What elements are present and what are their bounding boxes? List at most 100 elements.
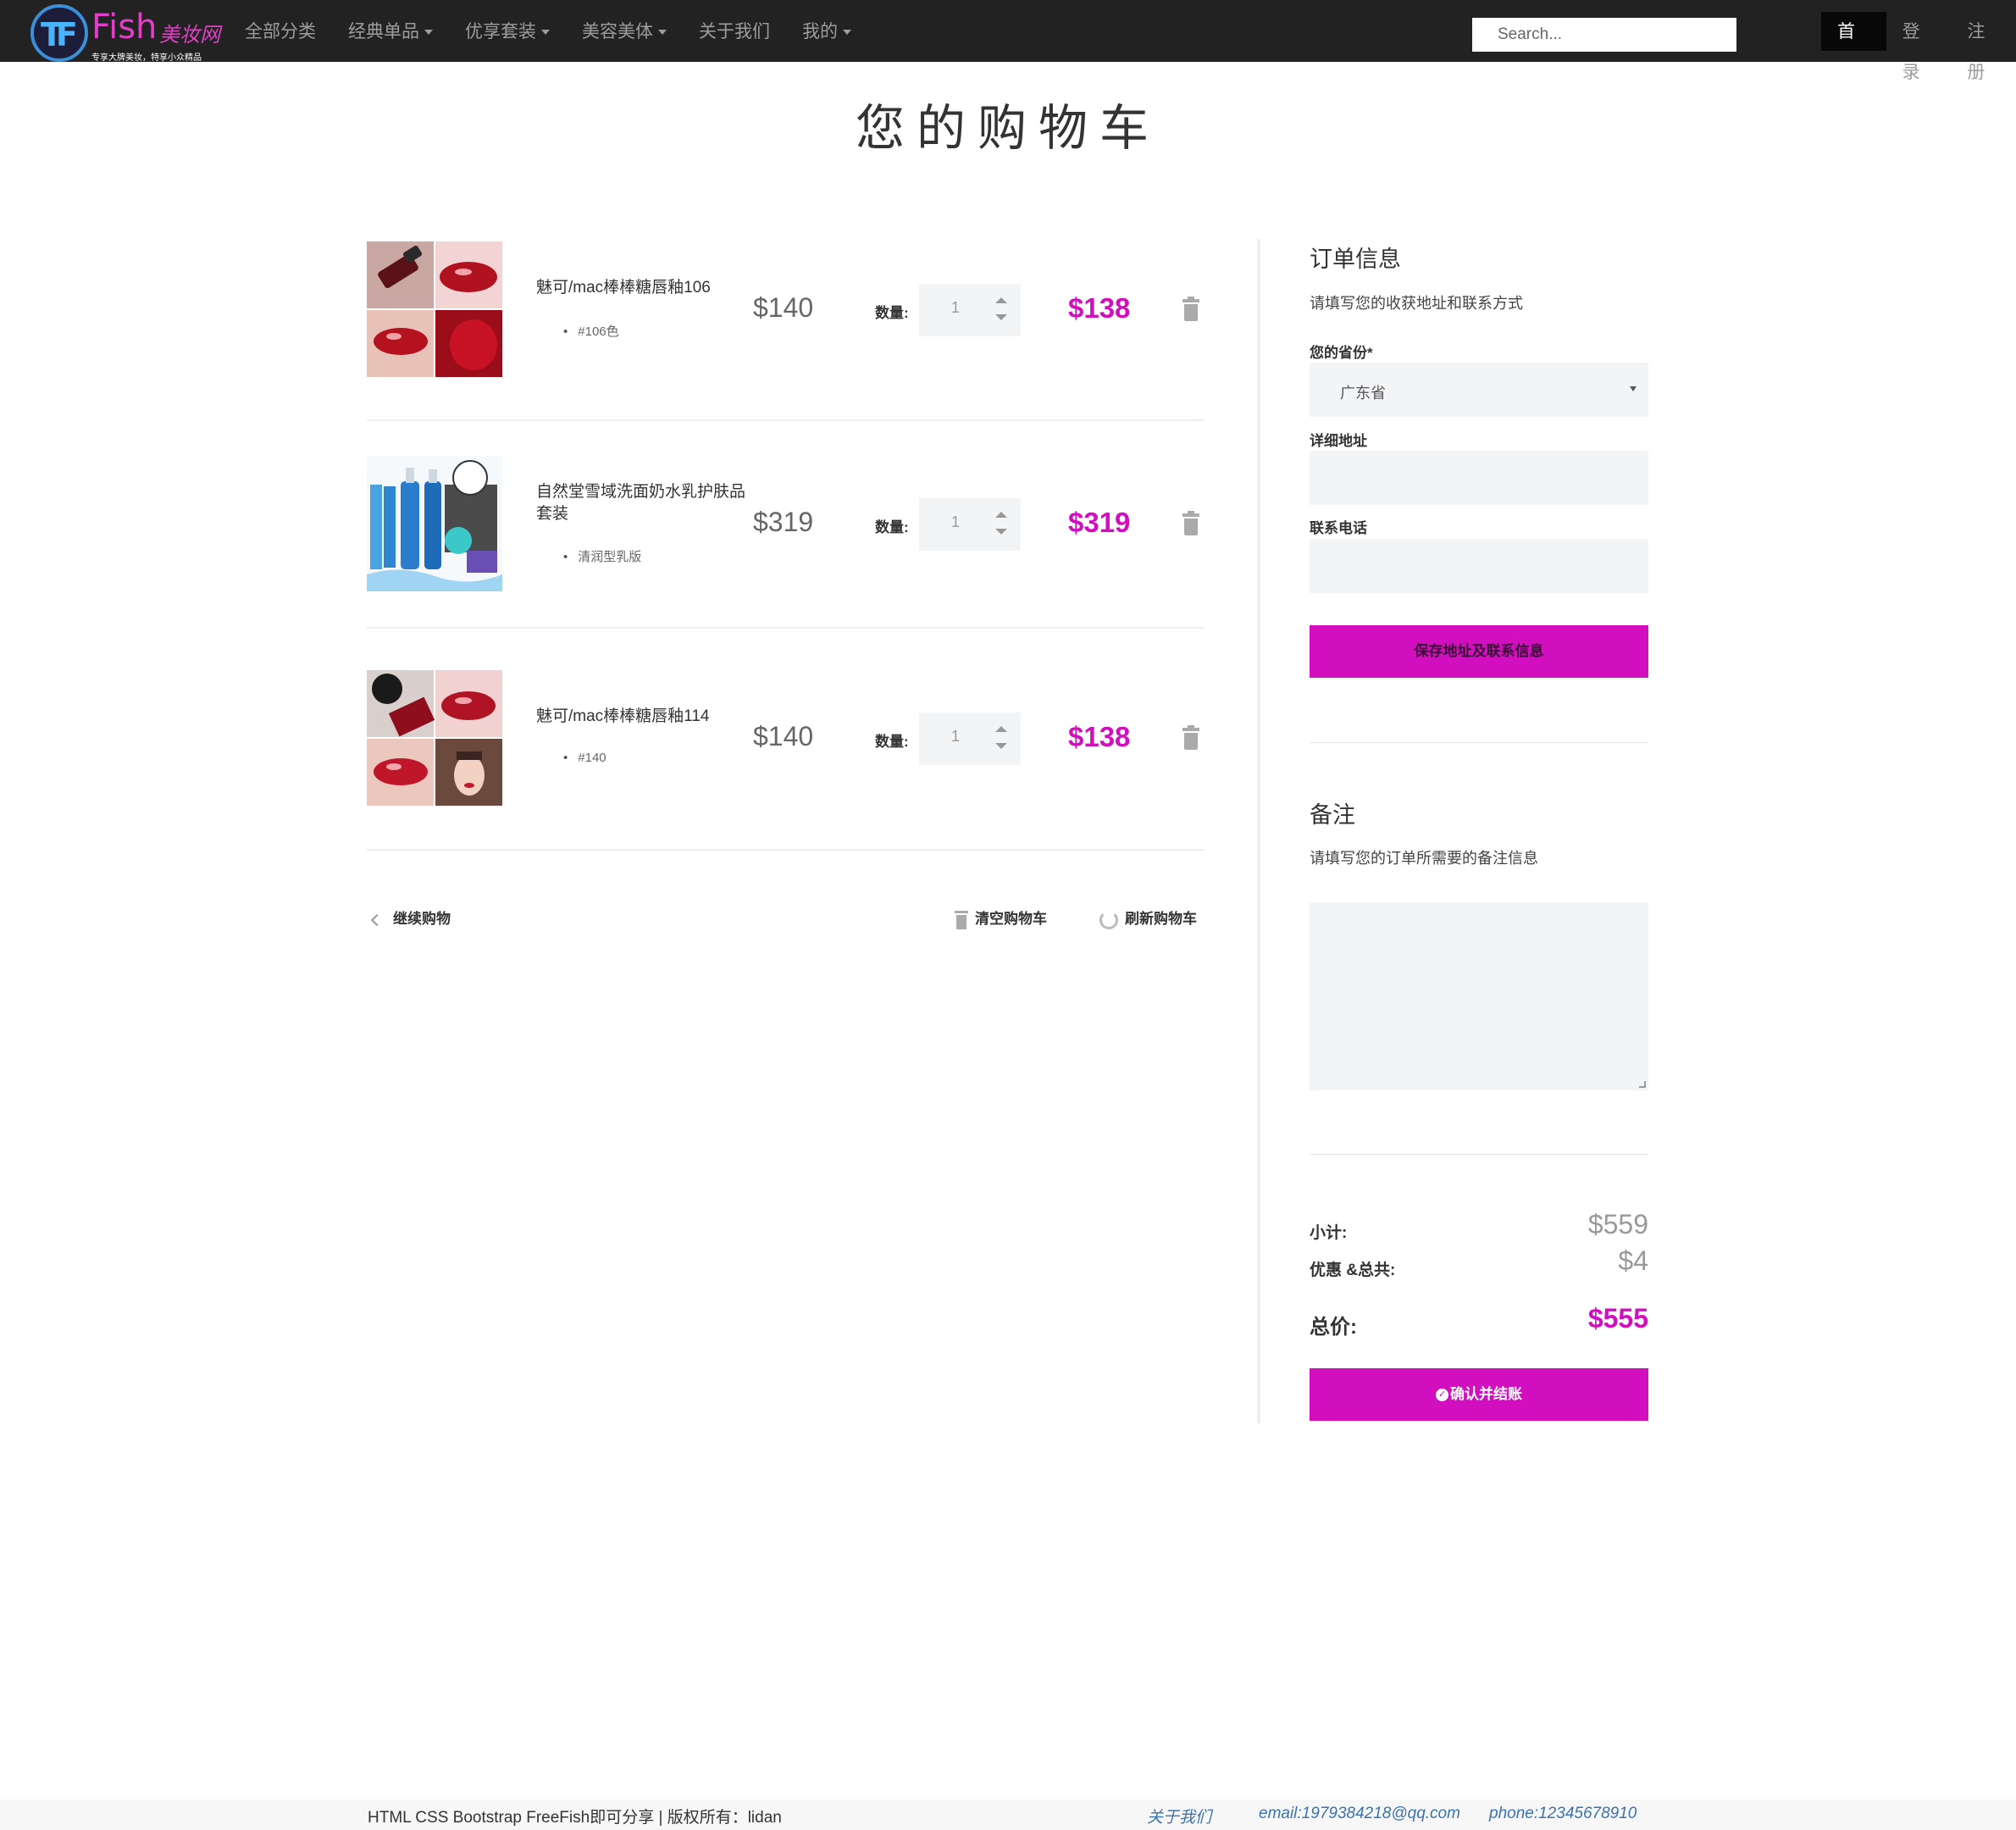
quantity-value: 1 bbox=[951, 513, 961, 530]
save-address-button[interactable]: 保存地址及联系信息 bbox=[1310, 625, 1648, 678]
trash-icon[interactable] bbox=[1182, 297, 1199, 321]
province-select[interactable]: 广东省 bbox=[1310, 363, 1648, 417]
resize-handle-icon[interactable] bbox=[1639, 1081, 1646, 1088]
subtotal-label: 小计: bbox=[1310, 1224, 1348, 1242]
caret-down-icon bbox=[541, 30, 550, 36]
notes-heading: 备注 bbox=[1310, 802, 1355, 828]
section-divider bbox=[1310, 742, 1648, 743]
product-name[interactable]: 魅可/mac棒棒糖唇釉114 bbox=[536, 706, 748, 728]
menu-classic-items[interactable]: 经典单品 bbox=[332, 0, 449, 62]
menu-beauty[interactable]: 美容美体 bbox=[566, 0, 683, 62]
footer-about-link[interactable]: 关于我们 bbox=[1147, 1805, 1211, 1827]
dropdown-arrow-icon bbox=[1630, 386, 1637, 391]
phone-input[interactable] bbox=[1310, 539, 1648, 593]
menu-label: 优享套装 bbox=[465, 22, 536, 42]
decrement-icon[interactable] bbox=[995, 743, 1007, 749]
quantity-stepper[interactable]: 1 bbox=[919, 713, 1021, 765]
total-value: $555 bbox=[1587, 1303, 1648, 1334]
notes-desc: 请填写您的订单所需要的备注信息 bbox=[1310, 850, 1538, 867]
address-input[interactable] bbox=[1310, 451, 1648, 505]
item-total: $138 bbox=[1068, 721, 1131, 752]
refresh-cart-label: 刷新购物车 bbox=[1125, 911, 1197, 927]
row-divider bbox=[367, 627, 1204, 629]
nav-home[interactable]: 首页 bbox=[1821, 12, 1886, 82]
caret-down-icon bbox=[424, 30, 433, 36]
product-image[interactable] bbox=[367, 241, 502, 377]
quantity-label: 数量: bbox=[875, 519, 909, 535]
column-divider bbox=[1257, 239, 1260, 1423]
refresh-cart-button[interactable]: 刷新购物车 bbox=[1099, 907, 1197, 929]
navbar: TF Fish 美妆网 专享大牌美妆，特享小众精品 全部分类 经典单品 优享套装… bbox=[0, 0, 2016, 82]
quantity-value: 1 bbox=[951, 299, 961, 316]
menu-label: 经典单品 bbox=[348, 22, 419, 42]
province-label: 您的省份* bbox=[1310, 345, 1373, 361]
phone-label: 联系电话 bbox=[1310, 520, 1367, 536]
quantity-label: 数量: bbox=[875, 305, 909, 321]
product-name[interactable]: 自然堂雪域洗面奶水乳护肤品套装 bbox=[536, 481, 748, 525]
footer-phone-link[interactable]: phone:12345678910 bbox=[1489, 1805, 1637, 1823]
nav-right: 首页 登录 注册 bbox=[1821, 12, 2016, 82]
increment-icon[interactable] bbox=[995, 726, 1007, 732]
search-input[interactable] bbox=[1472, 18, 1736, 52]
menu-all-categories[interactable]: 全部分类 bbox=[229, 0, 332, 62]
continue-shopping-button[interactable]: 继续购物 bbox=[370, 907, 451, 928]
product-variant: #106色 bbox=[563, 322, 618, 340]
trash-icon bbox=[955, 910, 968, 929]
refresh-icon bbox=[1099, 910, 1118, 929]
menu-label: 美容美体 bbox=[582, 22, 653, 42]
quantity-stepper[interactable]: 1 bbox=[919, 498, 1021, 551]
chevron-left-icon bbox=[370, 913, 384, 926]
logo-cn-text: 美妆网 bbox=[159, 23, 220, 47]
address-label: 详细地址 bbox=[1310, 433, 1367, 449]
subtotal-value: $559 bbox=[1587, 1209, 1648, 1239]
clear-cart-button[interactable]: 清空购物车 bbox=[955, 907, 1047, 929]
menu-mine[interactable]: 我的 bbox=[786, 0, 867, 62]
site-logo[interactable]: TF Fish 美妆网 专享大牌美妆，特享小众精品 bbox=[30, 3, 225, 63]
item-total: $138 bbox=[1068, 292, 1131, 324]
decrement-icon[interactable] bbox=[995, 529, 1007, 535]
footer: HTML CSS Bootstrap FreeFish即可分享 | 版权所有：l… bbox=[0, 1800, 2016, 1830]
caret-down-icon bbox=[843, 30, 851, 36]
notes-textarea[interactable] bbox=[1310, 902, 1648, 1090]
nav-register[interactable]: 注册 bbox=[1951, 12, 2016, 82]
logo-text: Fish bbox=[91, 8, 158, 47]
discount-label: 优惠 &总共: bbox=[1310, 1262, 1396, 1279]
quantity-label: 数量: bbox=[875, 734, 909, 750]
row-divider bbox=[367, 419, 1204, 421]
main-menu: 全部分类 经典单品 优享套装 美容美体 关于我们 我的 bbox=[229, 0, 867, 62]
trash-icon[interactable] bbox=[1182, 725, 1199, 750]
footer-email-link[interactable]: email:1979384218@qq.com bbox=[1259, 1805, 1460, 1823]
logo-slogan: 专享大牌美妆，特享小众精品 bbox=[91, 53, 202, 63]
menu-about[interactable]: 关于我们 bbox=[683, 0, 786, 62]
menu-label: 我的 bbox=[802, 22, 838, 42]
order-info-desc: 请填写您的收获地址和联系方式 bbox=[1310, 295, 1523, 312]
menu-label: 关于我们 bbox=[699, 22, 770, 42]
page-title: 您的购物车 bbox=[855, 99, 1160, 157]
row-divider bbox=[367, 849, 1204, 851]
product-name[interactable]: 魅可/mac棒棒糖唇釉106 bbox=[536, 277, 748, 299]
increment-icon[interactable] bbox=[995, 512, 1007, 518]
clear-cart-label: 清空购物车 bbox=[975, 911, 1047, 927]
nav-login[interactable]: 登录 bbox=[1886, 12, 1952, 82]
caret-down-icon bbox=[658, 30, 667, 36]
item-total: $319 bbox=[1068, 507, 1131, 538]
product-price: $319 bbox=[753, 507, 814, 537]
decrement-icon[interactable] bbox=[995, 314, 1007, 320]
menu-sets[interactable]: 优享套装 bbox=[449, 0, 566, 62]
province-value: 广东省 bbox=[1340, 385, 1386, 402]
product-image[interactable] bbox=[367, 670, 502, 806]
checkout-label: 确认并结账 bbox=[1450, 1386, 1522, 1402]
increment-icon[interactable] bbox=[995, 297, 1007, 303]
product-image[interactable] bbox=[367, 456, 502, 591]
product-variant: #140 bbox=[563, 751, 606, 765]
quantity-stepper[interactable]: 1 bbox=[919, 284, 1021, 336]
check-circle-icon: ✓ bbox=[1436, 1389, 1448, 1402]
checkout-button[interactable]: ✓ 确认并结账 bbox=[1310, 1368, 1648, 1421]
footer-copyright: HTML CSS Bootstrap FreeFish即可分享 | 版权所有：l… bbox=[368, 1809, 782, 1827]
product-price: $140 bbox=[753, 292, 814, 323]
order-info-heading: 订单信息 bbox=[1310, 247, 1401, 272]
trash-icon[interactable] bbox=[1182, 511, 1199, 535]
section-divider bbox=[1310, 1154, 1648, 1155]
continue-shopping-label: 继续购物 bbox=[393, 911, 451, 927]
menu-label: 全部分类 bbox=[245, 22, 316, 42]
